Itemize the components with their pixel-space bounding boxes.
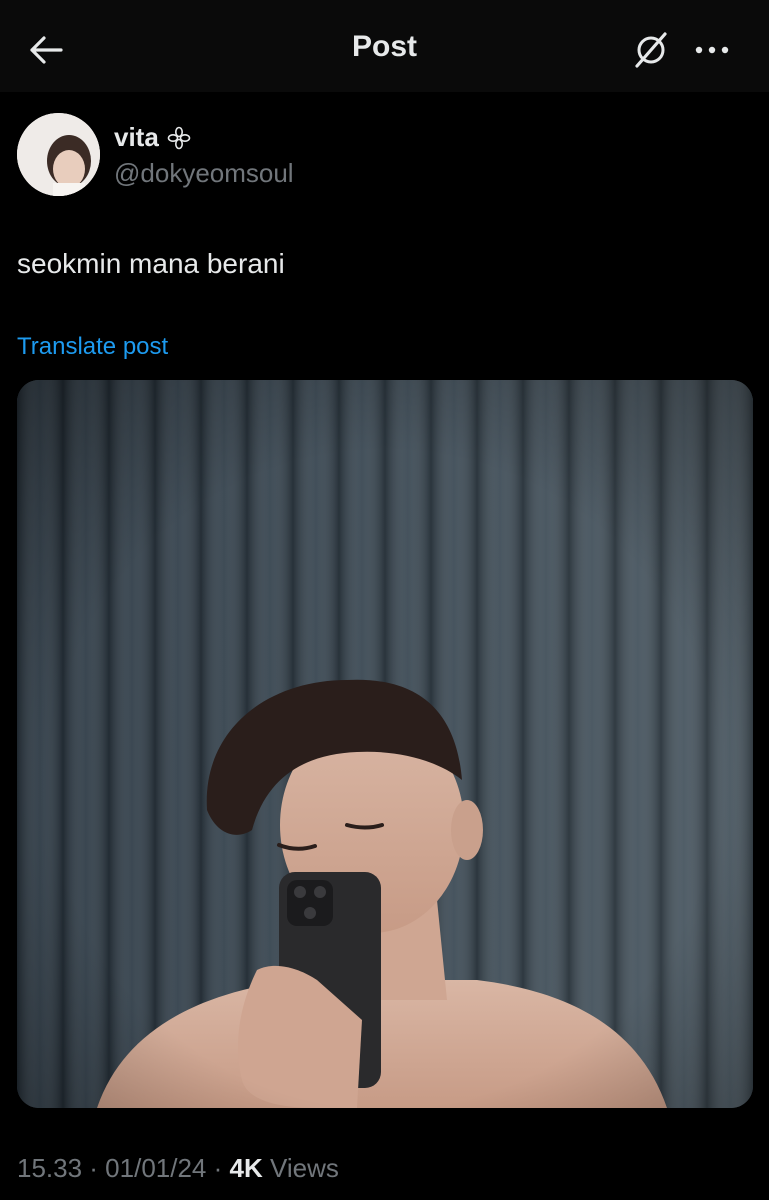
post-metadata: 15.33 · 01/01/24 · 4K Views [17, 1153, 339, 1184]
arrow-left-icon [30, 36, 63, 64]
back-button[interactable] [24, 30, 68, 70]
post-text: seokmin mana berani [17, 248, 285, 279]
post-timestamp: 15.33 · 01/01/24 · [17, 1153, 230, 1183]
author-display-name[interactable]: vita [114, 122, 191, 153]
more-options-button[interactable] [690, 28, 734, 72]
top-navigation-bar: Post [0, 0, 769, 92]
post-media-image[interactable] [17, 380, 753, 1108]
translate-post-link[interactable]: Translate post [17, 333, 168, 361]
avatar[interactable] [17, 113, 100, 196]
views-label: Views [262, 1153, 339, 1183]
more-horizontal-icon [695, 46, 729, 54]
grok-icon [635, 32, 667, 68]
views-count[interactable]: 4K [229, 1153, 262, 1183]
grok-button[interactable] [628, 28, 674, 72]
mirror-selfie-photo [17, 380, 753, 1108]
clover-icon [167, 126, 191, 149]
author-handle[interactable]: @dokyeomsoul [114, 158, 294, 189]
avatar-image [17, 113, 100, 196]
author-name-text: vita [114, 122, 159, 152]
